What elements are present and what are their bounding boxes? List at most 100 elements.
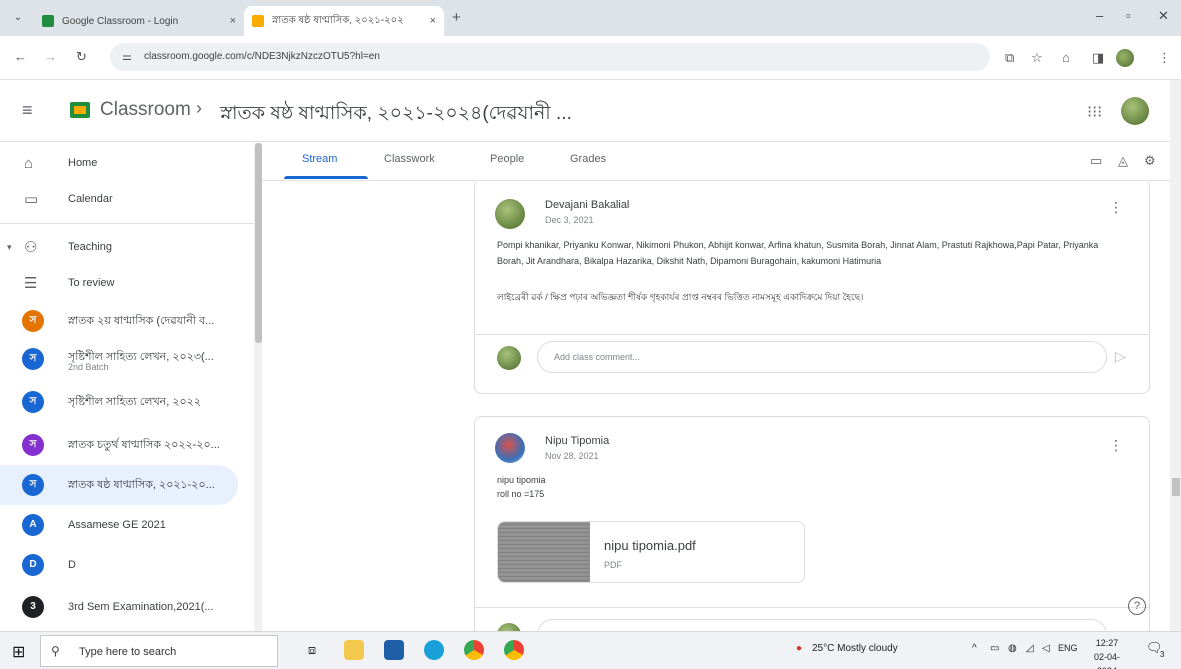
wifi-icon[interactable]: ◿ [1026,643,1034,654]
bookmark-star-icon[interactable]: ☆ [1031,50,1043,66]
post-body: nipu tipomia [497,475,546,485]
tab-classwork[interactable]: Classwork [384,153,435,165]
author-avatar[interactable] [495,199,525,229]
network-icon[interactable]: ◍ [1008,643,1017,654]
sidebar-class-item[interactable]: A Assamese GE 2021 [0,505,238,545]
page-scrollbar-thumb[interactable] [1172,478,1180,496]
side-panel-icon[interactable]: ◨ [1092,50,1104,66]
taskbar-clock[interactable]: 12:27 02-04-2024 [1084,636,1130,669]
account-avatar[interactable] [1121,97,1149,125]
chrome-icon[interactable] [464,640,484,660]
browser-menu-icon[interactable]: ⋮ [1158,50,1171,66]
class-comment-input[interactable] [537,619,1107,631]
browser-tab-course[interactable]: স্নাতক ষষ্ঠ ষাণ্মাসিক, ২০২১-২০২ × [244,6,444,36]
attachment-name: nipu tipomia.pdf [604,538,696,553]
teaching-people-icon: ⚇ [24,239,38,256]
class-initial-avatar: 3 [22,596,44,618]
taskbar-search[interactable]: ⚲ Type here to search [40,635,278,667]
minimize-button[interactable]: – [1096,8,1103,23]
tab-search-icon[interactable]: ⌄ [10,10,26,26]
clock-date: 02-04-2024 [1093,652,1120,669]
app-name[interactable]: Classroom [100,99,191,121]
stream-feed: Devajani Bakalial Dec 3, 2021 ⋮ Pompi kh… [262,182,1170,631]
post-options-icon[interactable]: ⋮ [1109,199,1123,216]
mail-icon[interactable] [384,640,404,660]
sidebar-class-item[interactable]: স সৃষ্টিশীল সাহিত্য লেখন, ২০২৩(... 2nd B… [0,339,238,379]
sidebar-class-item[interactable]: স সৃষ্টিশীল সাহিত্য লেখন, ২০২২ [0,382,238,422]
browser-tab-login[interactable]: Google Classroom - Login × [34,6,244,36]
drive-folder-icon[interactable]: ◬ [1118,153,1128,169]
address-bar[interactable]: ⚌ classroom.google.com/c/NDE3NjkzNzczOTU… [110,43,990,71]
settings-gear-icon[interactable]: ⚙ [1144,153,1156,169]
main-menu-icon[interactable]: ≡ [22,100,33,121]
class-name: 3rd Sem Examination,2021(... [68,601,214,613]
site-info-icon[interactable]: ⚌ [122,50,132,63]
address-bar-row: ← → ↻ ⚌ classroom.google.com/c/NDE3NjkzN… [0,36,1181,80]
close-window-button[interactable]: ✕ [1158,8,1169,24]
sidebar-class-item[interactable]: স স্নাতক ২য় ষাণ্মাসিক (দেৱযানী ব... [0,301,238,341]
tab-people[interactable]: People [490,153,524,165]
browser-profile-avatar[interactable] [1116,49,1134,67]
sidebar-class-item[interactable]: D D [0,545,238,585]
sidebar-divider [0,223,262,224]
tab-stream[interactable]: Stream [302,153,337,165]
expand-caret-icon[interactable]: ▾ [7,242,12,253]
post-date: Dec 3, 2021 [545,215,594,225]
class-initial-avatar: স [22,310,44,332]
sidebar-item-to-review[interactable]: ☰ To review [0,263,238,303]
file-explorer-icon[interactable] [344,640,364,660]
sidebar-class-item[interactable]: স স্নাতক চতুৰ্থ ষাণ্মাসিক ২০২২-২০... [0,425,238,465]
calendar-icon: ▭ [24,191,39,208]
volume-icon[interactable]: ◁ [1042,643,1050,654]
sidebar-item-calendar[interactable]: ▭ Calendar [0,179,238,219]
attachment-card[interactable]: nipu tipomia.pdf PDF [497,521,805,583]
close-tab-icon[interactable]: × [430,15,436,27]
class-comment-input[interactable]: Add class comment... [537,341,1107,373]
post-body: Pompi khanikar, Priyanku Konwar, Nikimon… [497,240,1099,266]
sidebar-class-item-active[interactable]: স স্নাতক ষষ্ঠ ষাণ্মাসিক, ২০২১-২০... [0,465,238,505]
maximize-button[interactable]: ▫ [1126,8,1131,23]
sidebar-scrollbar-thumb[interactable] [255,143,262,343]
tab-grades[interactable]: Grades [570,153,606,165]
sidebar-item-label: Teaching [68,241,113,253]
close-tab-icon[interactable]: × [230,15,236,27]
windows-start-icon[interactable]: ⊞ [12,642,25,662]
edge-browser-icon[interactable] [424,640,444,660]
extensions-icon[interactable]: ⌂ [1062,50,1070,65]
sidebar-item-label: To review [68,277,115,289]
class-section: 2nd Batch [68,362,109,372]
taskbar-search-placeholder: Type here to search [79,646,177,658]
forward-arrow-icon[interactable]: → [44,49,57,64]
help-icon[interactable]: ? [1128,597,1146,615]
battery-icon[interactable]: ▭ [990,643,999,654]
home-icon: ⌂ [24,154,34,172]
back-arrow-icon[interactable]: ← [14,49,27,64]
sidebar-item-teaching[interactable]: ▾ ⚇ Teaching [0,227,238,267]
language-indicator[interactable]: ENG [1058,643,1078,653]
page-scrollbar[interactable] [1170,80,1181,631]
chrome-icon[interactable] [504,640,524,660]
sidebar-class-item[interactable]: 3 3rd Sem Examination,2021(... [0,587,238,627]
task-view-icon[interactable]: ⧈ [302,640,322,660]
new-tab-button[interactable]: + [452,9,461,26]
classroom-logo-icon[interactable] [70,102,90,118]
sidebar-item-home[interactable]: ⌂ Home [0,143,238,183]
weather-text[interactable]: 25°C Mostly cloudy [812,643,898,654]
windows-taskbar: ⊞ ⚲ Type here to search ⧈ ● 25°C Mostly … [0,631,1181,669]
class-name: স্নাতক চতুৰ্থ ষাণ্মাসিক ২০২২-২০... [68,438,220,451]
reload-icon[interactable]: ↻ [76,49,87,65]
cast-icon[interactable]: ⧉ [1005,50,1014,66]
weather-icon[interactable]: ● [796,643,802,654]
send-icon[interactable]: ▷ [1115,348,1126,365]
calendar-icon[interactable]: ▭ [1090,153,1102,169]
course-title[interactable]: স্নাতক ষষ্ঠ ষাণ্মাসিক, ২০২১-২০২৪(দেৱযানী… [220,99,572,131]
post-options-icon[interactable]: ⋮ [1109,437,1123,454]
url-text: classroom.google.com/c/NDE3NjkzNzczOTU5?… [144,51,380,62]
class-name: Assamese GE 2021 [68,519,166,531]
attachment-type: PDF [604,560,622,570]
commenter-avatar [497,623,521,631]
class-name: স্নাতক ২য় ষাণ্মাসিক (দেৱযানী ব... [68,314,215,327]
tray-chevron-icon[interactable]: ^ [972,643,977,654]
author-avatar[interactable] [495,433,525,463]
google-apps-icon[interactable]: ⁝⁝⁝ [1087,102,1102,122]
